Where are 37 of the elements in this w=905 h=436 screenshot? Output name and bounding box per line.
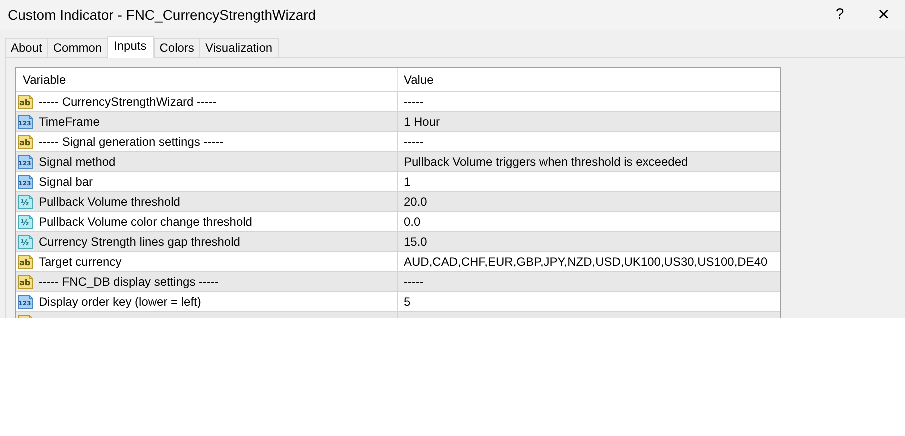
help-button[interactable]: ? [820, 0, 860, 30]
variable-value[interactable]: ----- [404, 132, 424, 150]
variable-value[interactable]: ----- [404, 92, 424, 110]
double-type-icon: ½ [18, 214, 34, 230]
window-title: Custom Indicator - FNC_CurrencyStrengthWizard [8, 6, 316, 25]
variable-value[interactable]: 0.0 [404, 212, 421, 230]
variable-value[interactable]: 1 Hour [404, 112, 440, 130]
variable-value[interactable]: 5 [404, 292, 411, 310]
variable-name: Signal bar [39, 174, 94, 190]
variable-name: ----- Signal generation settings ----- [39, 134, 224, 150]
variable-name: Signal method [39, 154, 116, 170]
string-type-icon: ab [18, 134, 34, 150]
variable-name: Target currency [39, 254, 122, 270]
variable-value[interactable]: Pullback Volume triggers when threshold is exceeded [404, 152, 688, 170]
variable-name: Pullback Volume threshold [39, 194, 180, 210]
variable-name: ----- CurrencyStrengthWizard ----- [39, 94, 218, 110]
string-type-icon: ab [18, 274, 34, 290]
variable-value[interactable]: AUD,CAD,CHF,EUR,GBP,JPY,NZD,USD,UK100,US30,US100,DE40 [404, 252, 768, 270]
string-type-icon: ab [18, 254, 34, 270]
tab[interactable]: Visualization [199, 38, 279, 57]
double-type-icon: ½ [18, 234, 34, 250]
variable-value[interactable]: 1 [404, 172, 411, 190]
close-button[interactable]: × [864, 0, 904, 30]
tab[interactable]: Colors [154, 38, 200, 57]
variable-value[interactable]: 15.0 [404, 232, 428, 250]
variable-name: Currency Strength lines gap threshold [39, 234, 240, 250]
column-header[interactable]: Value [398, 68, 434, 91]
variable-name: Display order key (lower = left) [39, 294, 202, 310]
variable-value[interactable]: 20.0 [404, 192, 428, 210]
double-type-icon: ½ [18, 194, 34, 210]
variable-value[interactable]: ----- [404, 272, 424, 290]
string-type-icon: ab [18, 94, 34, 110]
variable-name: Pullback Volume color change threshold [39, 214, 252, 230]
variable-name: TimeFrame [39, 114, 100, 130]
variable-name: ----- FNC_DB display settings ----- [39, 274, 220, 290]
tab[interactable]: About [5, 38, 48, 57]
tab[interactable]: Inputs [107, 36, 154, 58]
